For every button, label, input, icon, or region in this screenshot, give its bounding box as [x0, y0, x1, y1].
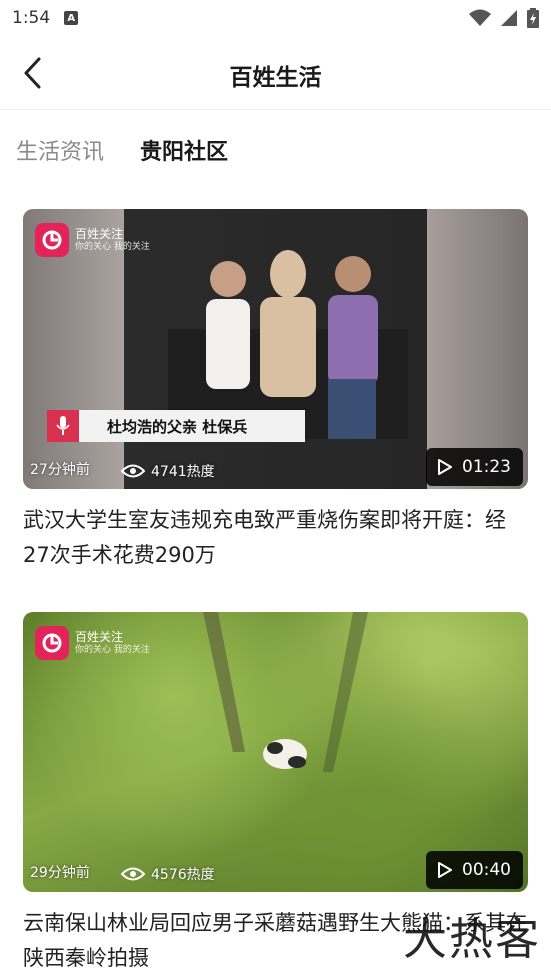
- tab-guiyang-community[interactable]: 贵阳社区: [140, 134, 228, 166]
- status-bar: 1:54 A: [0, 0, 551, 36]
- tab-bar: 生活资讯 贵阳社区: [0, 120, 551, 180]
- publish-time: 27分钟前: [30, 462, 90, 478]
- video-thumbnail[interactable]: 百姓关注 你的关心 我的关注 29分钟前 4576热度 00:40: [23, 612, 528, 892]
- eye-icon: [121, 464, 145, 478]
- video-caption-bar: 杜均浩的父亲 杜保兵: [47, 410, 305, 442]
- tab-life-news[interactable]: 生活资讯: [16, 134, 104, 166]
- brand-logo-icon: [35, 626, 69, 660]
- notification-a-icon: A: [64, 11, 79, 25]
- view-count-text: 4576热度: [151, 867, 215, 883]
- article-card[interactable]: 百姓关注 你的关心 我的关注 杜均浩的父亲 杜保兵 27分钟前 4741热度 0…: [23, 209, 528, 573]
- video-duration-badge[interactable]: 01:23: [426, 448, 523, 486]
- publish-time: 29分钟前: [30, 865, 90, 881]
- play-icon: [438, 862, 452, 878]
- play-icon: [438, 459, 452, 475]
- brand-slogan: 你的关心 我的关注: [75, 241, 150, 252]
- duration-text: 01:23: [462, 457, 511, 477]
- page-title: 百姓生活: [229, 65, 322, 91]
- brand-logo-icon: [35, 223, 69, 257]
- brand-logo: 百姓关注 你的关心 我的关注: [35, 223, 150, 257]
- battery-icon: [527, 8, 539, 28]
- video-caption-text: 杜均浩的父亲 杜保兵: [107, 417, 248, 436]
- video-thumbnail[interactable]: 百姓关注 你的关心 我的关注 杜均浩的父亲 杜保兵 27分钟前 4741热度 0…: [23, 209, 528, 489]
- nav-bar: 百姓生活: [0, 36, 551, 110]
- duration-text: 00:40: [462, 860, 511, 880]
- eye-icon: [121, 867, 145, 881]
- brand-name: 百姓关注: [75, 630, 124, 645]
- view-count: 4741热度: [121, 461, 215, 481]
- video-duration-badge[interactable]: 00:40: [426, 851, 523, 889]
- watermark: 大热客: [403, 914, 541, 965]
- status-icons: [469, 8, 539, 28]
- brand-name: 百姓关注: [75, 227, 124, 242]
- view-count: 4576热度: [121, 864, 215, 884]
- brand-slogan: 你的关心 我的关注: [75, 644, 150, 655]
- article-title[interactable]: 武汉大学生室友违规充电致严重烧伤案即将开庭：经27次手术花费290万: [23, 503, 528, 573]
- signal-icon: [501, 10, 517, 26]
- status-time: 1:54: [12, 8, 51, 28]
- wifi-icon: [469, 9, 491, 26]
- view-count-text: 4741热度: [151, 464, 215, 480]
- microphone-icon: [47, 410, 79, 442]
- brand-logo: 百姓关注 你的关心 我的关注: [35, 626, 150, 660]
